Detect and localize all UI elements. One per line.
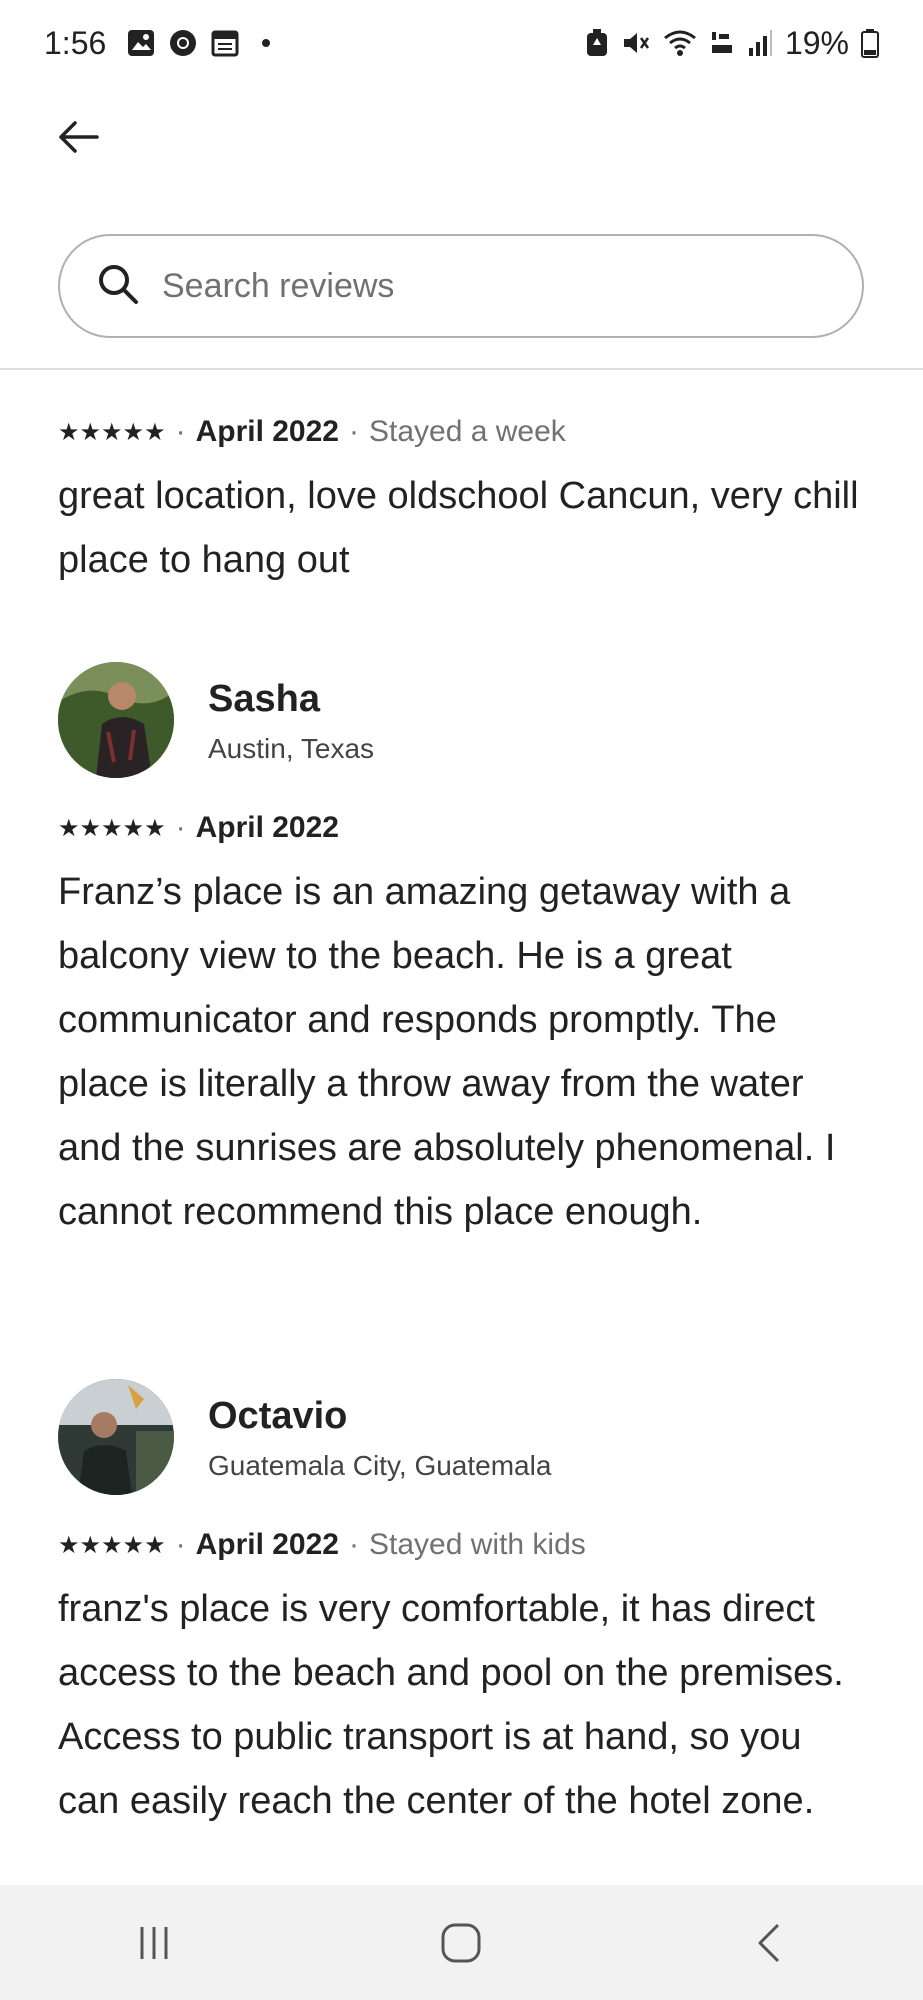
review-item: Octavio Guatemala City, Guatemala ★★★★★ … bbox=[58, 1379, 868, 1833]
reviewer-name: Sasha bbox=[208, 678, 320, 720]
reviewer-location: Guatemala City, Guatemala bbox=[208, 1450, 552, 1481]
gallery-icon bbox=[126, 28, 156, 58]
reviewer[interactable]: Octavio Guatemala City, Guatemala bbox=[58, 1379, 868, 1495]
calendar-icon bbox=[210, 28, 240, 58]
home-button[interactable] bbox=[401, 1903, 521, 1983]
separator: · bbox=[349, 1528, 359, 1561]
avatar[interactable] bbox=[58, 1379, 174, 1495]
recent-apps-button[interactable] bbox=[94, 1903, 214, 1983]
separator: · bbox=[175, 415, 186, 448]
star-rating: ★★★★★ bbox=[58, 814, 166, 842]
status-bar: 1:56 19% bbox=[0, 0, 923, 86]
review-text: great location, love oldschool Cancun, v… bbox=[58, 475, 859, 581]
nav-back-button[interactable] bbox=[709, 1903, 829, 1983]
battery-percent: 19% bbox=[784, 24, 849, 61]
nav-bar bbox=[0, 1885, 923, 2000]
status-right: 19% bbox=[585, 25, 879, 62]
stay-type: Stayed with kids bbox=[369, 1528, 586, 1561]
volte-icon bbox=[709, 28, 735, 58]
star-rating: ★★★★★ bbox=[58, 1531, 166, 1559]
arrow-left-icon bbox=[59, 121, 99, 153]
reviewer-name: Octavio bbox=[208, 1395, 348, 1437]
reviewer-info: Octavio Guatemala City, Guatemala bbox=[208, 1392, 551, 1482]
reviewer-info: Sasha Austin, Texas bbox=[208, 675, 374, 765]
search-icon bbox=[96, 262, 140, 311]
mute-icon bbox=[621, 28, 651, 58]
status-left: 1:56 bbox=[44, 24, 271, 62]
stay-type: Stayed a week bbox=[369, 415, 566, 448]
review-item: ★★★★★ · April 2022 · Stayed a week great… bbox=[58, 412, 868, 592]
review-date: April 2022 bbox=[195, 811, 339, 844]
review-text: Franz’s place is an amazing getaway with… bbox=[58, 871, 836, 1233]
separator: · bbox=[349, 415, 359, 448]
review-meta: ★★★★★ · April 2022 · Stayed a week bbox=[58, 412, 868, 452]
home-icon bbox=[441, 1923, 481, 1962]
separator: · bbox=[175, 811, 186, 844]
review-date: April 2022 bbox=[195, 1528, 339, 1561]
chrome-icon bbox=[168, 28, 198, 58]
battery-saver-icon bbox=[585, 28, 609, 58]
back-button[interactable] bbox=[50, 116, 106, 158]
signal-icon bbox=[747, 28, 773, 58]
review-meta: ★★★★★ · April 2022 bbox=[58, 808, 868, 848]
review-text: franz's place is very comfortable, it ha… bbox=[58, 1588, 844, 1822]
search-input[interactable] bbox=[160, 265, 804, 307]
review-date: April 2022 bbox=[195, 415, 339, 448]
recent-apps-icon bbox=[140, 1926, 168, 1959]
reviews-list[interactable]: ★★★★★ · April 2022 · Stayed a week great… bbox=[0, 370, 923, 1885]
back-icon bbox=[758, 1923, 780, 1962]
review-meta: ★★★★★ · April 2022 · Stayed with kids bbox=[58, 1525, 868, 1565]
notification-dot bbox=[262, 39, 271, 47]
separator: · bbox=[175, 1528, 186, 1561]
search-box[interactable] bbox=[58, 234, 864, 338]
review-item: Sasha Austin, Texas ★★★★★ · April 2022 F… bbox=[58, 662, 868, 1244]
avatar[interactable] bbox=[58, 662, 174, 778]
battery-icon bbox=[861, 28, 879, 58]
reviewer[interactable]: Sasha Austin, Texas bbox=[58, 662, 868, 778]
wifi-icon bbox=[663, 28, 697, 58]
star-rating: ★★★★★ bbox=[58, 418, 166, 446]
status-time: 1:56 bbox=[44, 24, 107, 61]
reviewer-location: Austin, Texas bbox=[208, 733, 375, 764]
